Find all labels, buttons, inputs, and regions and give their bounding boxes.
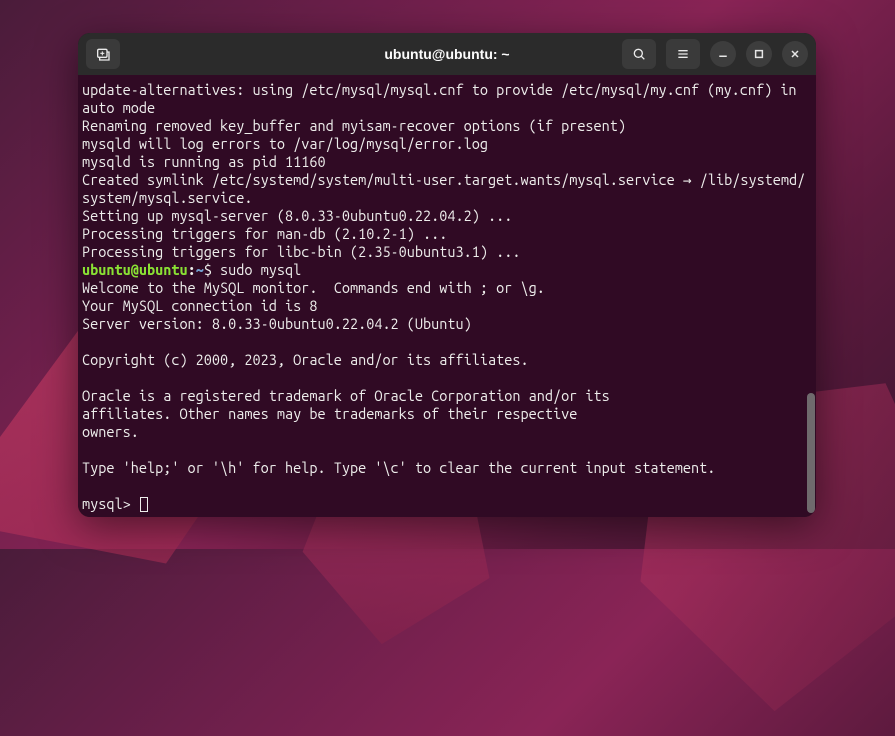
- close-button[interactable]: [782, 41, 808, 67]
- terminal-output-line: update-alternatives: using /etc/mysql/my…: [82, 81, 812, 117]
- terminal-output-line: Processing triggers for libc-bin (2.35-0…: [82, 243, 812, 261]
- terminal-output-line: mysqld will log errors to /var/log/mysql…: [82, 135, 812, 153]
- terminal-body[interactable]: update-alternatives: using /etc/mysql/my…: [78, 75, 816, 517]
- mysql-output-line: Copyright (c) 2000, 2023, Oracle and/or …: [82, 351, 812, 369]
- terminal-output-line: Setting up mysql-server (8.0.33-0ubuntu0…: [82, 207, 812, 225]
- mysql-output-line: owners.: [82, 423, 812, 441]
- minimize-icon: [717, 48, 729, 60]
- text-cursor: [140, 497, 148, 512]
- mysql-output-line: Type 'help;' or '\h' for help. Type '\c'…: [82, 459, 812, 477]
- mysql-output-line: Oracle is a registered trademark of Orac…: [82, 387, 812, 405]
- search-button[interactable]: [622, 39, 656, 69]
- terminal-output-line: Renaming removed key_buffer and myisam-r…: [82, 117, 812, 135]
- maximize-button[interactable]: [746, 41, 772, 67]
- titlebar: ubuntu@ubuntu: ~: [78, 33, 816, 75]
- mysql-output-line: [82, 369, 812, 387]
- hamburger-icon: [675, 46, 691, 62]
- new-tab-icon: [95, 46, 111, 62]
- mysql-prompt-line[interactable]: mysql>: [82, 495, 812, 513]
- prompt-user-host: ubuntu@ubuntu: [82, 261, 188, 278]
- mysql-output-line: Server version: 8.0.33-0ubuntu0.22.04.2 …: [82, 315, 812, 333]
- shell-prompt-line: ubuntu@ubuntu:~$ sudo mysql: [82, 261, 812, 279]
- maximize-icon: [753, 48, 765, 60]
- scrollbar-track[interactable]: [805, 75, 815, 517]
- prompt-cwd: ~: [196, 261, 204, 278]
- mysql-output-line: affiliates. Other names may be trademark…: [82, 405, 812, 423]
- prompt-colon: :: [188, 261, 196, 278]
- titlebar-left-group: [86, 39, 120, 69]
- titlebar-right-group: [622, 39, 808, 69]
- search-icon: [631, 46, 647, 62]
- entered-command: sudo mysql: [212, 261, 301, 278]
- prompt-sigil: $: [204, 261, 212, 278]
- new-tab-button[interactable]: [86, 39, 120, 69]
- mysql-output-line: [82, 441, 812, 459]
- menu-button[interactable]: [666, 39, 700, 69]
- terminal-output-line: mysqld is running as pid 11160: [82, 153, 812, 171]
- mysql-output-line: Welcome to the MySQL monitor. Commands e…: [82, 279, 812, 297]
- scrollbar-thumb[interactable]: [807, 393, 815, 513]
- terminal-output-line: Processing triggers for man-db (2.10.2-1…: [82, 225, 812, 243]
- minimize-button[interactable]: [710, 41, 736, 67]
- close-icon: [789, 48, 801, 60]
- mysql-output-line: [82, 477, 812, 495]
- terminal-window: ubuntu@ubuntu: ~: [78, 33, 816, 517]
- terminal-content[interactable]: update-alternatives: using /etc/mysql/my…: [82, 81, 812, 513]
- mysql-output-line: Your MySQL connection id is 8: [82, 297, 812, 315]
- mysql-prompt: mysql>: [82, 495, 139, 512]
- terminal-output-line: Created symlink /etc/systemd/system/mult…: [82, 171, 812, 207]
- mysql-output-line: [82, 333, 812, 351]
